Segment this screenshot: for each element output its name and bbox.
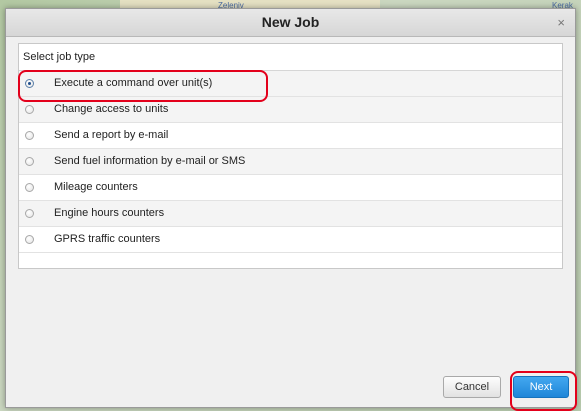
next-button[interactable]: Next	[513, 376, 569, 398]
option-change-access[interactable]: Change access to units	[19, 97, 562, 123]
panel-header: Select job type	[19, 44, 562, 71]
radio-button-icon[interactable]	[25, 209, 34, 218]
option-gprs-traffic-counters[interactable]: GPRS traffic counters	[19, 227, 562, 253]
cancel-button[interactable]: Cancel	[443, 376, 501, 398]
option-send-fuel-info[interactable]: Send fuel information by e-mail or SMS	[19, 149, 562, 175]
radio-button-icon[interactable]	[25, 183, 34, 192]
option-engine-hours-counters[interactable]: Engine hours counters	[19, 201, 562, 227]
close-icon[interactable]: ×	[557, 15, 565, 30]
radio-button-icon[interactable]	[25, 105, 34, 114]
option-label: Mileage counters	[54, 181, 138, 193]
option-label: GPRS traffic counters	[54, 233, 161, 245]
option-label: Change access to units	[54, 103, 169, 115]
new-job-dialog: New Job × Select job type Execute a comm…	[5, 8, 577, 411]
radio-button-icon[interactable]	[25, 157, 34, 166]
map-road	[120, 0, 380, 8]
radio-button-selected-icon[interactable]	[25, 79, 34, 88]
option-execute-command[interactable]: Execute a command over unit(s)	[19, 71, 562, 97]
option-label: Send a report by e-mail	[54, 129, 169, 141]
dialog-title: New Job	[261, 14, 320, 30]
option-send-report[interactable]: Send a report by e-mail	[19, 123, 562, 149]
radio-button-icon[interactable]	[25, 235, 34, 244]
option-label: Send fuel information by e-mail or SMS	[54, 155, 246, 167]
radio-button-icon[interactable]	[25, 131, 34, 140]
option-mileage-counters[interactable]: Mileage counters	[19, 175, 562, 201]
dialog-title-bar: New Job ×	[6, 9, 575, 37]
option-label: Engine hours counters	[54, 207, 165, 219]
job-type-panel: Select job type Execute a command over u…	[18, 43, 563, 269]
option-label: Execute a command over unit(s)	[54, 77, 213, 89]
